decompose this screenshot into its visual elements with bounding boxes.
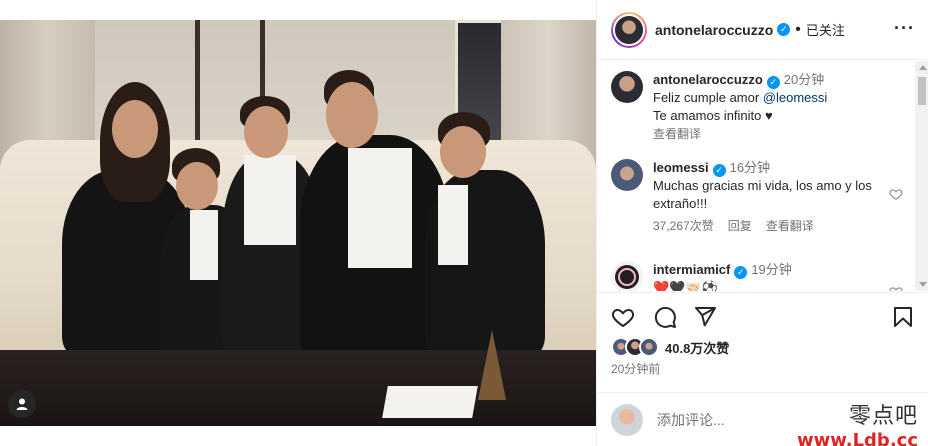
user-tag-icon[interactable] — [8, 390, 36, 418]
photo-person-man-shirt — [348, 148, 412, 268]
post-timestamp[interactable]: 20分钟前 — [611, 360, 660, 377]
post-photo[interactable] — [0, 20, 596, 426]
photo-person-boy-middle-shirt — [244, 155, 296, 245]
photo-person-boy-middle-face — [244, 106, 288, 158]
comment-text: Feliz cumple amor — [653, 90, 763, 105]
likes-summary[interactable]: 40.8万次赞 — [611, 336, 729, 358]
post-media-pane — [0, 0, 596, 446]
author-username[interactable]: antonelaroccuzzo — [655, 22, 773, 38]
comment-username[interactable]: intermiamicf — [653, 262, 730, 277]
post-actions-bar — [597, 292, 928, 340]
comment-input[interactable] — [657, 411, 807, 428]
intermiami-logo-icon — [615, 265, 639, 289]
comment-heart-icon[interactable] — [889, 285, 903, 291]
comments-scrollbar[interactable] — [915, 61, 928, 291]
comment-avatar[interactable] — [611, 159, 643, 191]
watermark-url: www.Ldb.cc — [797, 430, 918, 446]
see-translation-link[interactable]: 查看翻译 — [653, 125, 903, 143]
author-avatar[interactable] — [611, 11, 647, 48]
photo-person-man-face — [326, 82, 378, 148]
bookmark-icon[interactable] — [891, 305, 915, 329]
photo-eiffel-ornament — [478, 330, 506, 400]
photo-card — [382, 386, 478, 418]
site-watermark: 零点吧 www.Ldb.cc — [797, 398, 918, 446]
verified-badge-icon: ✓ — [734, 265, 748, 279]
liker-avatar — [639, 337, 659, 357]
comment-text-line: Feliz cumple amor @leomessi — [653, 89, 903, 107]
comments-list: antonelaroccuzzo ✓ 20分钟 Feliz cumple amor … — [597, 61, 915, 291]
current-user-avatar — [611, 403, 643, 436]
comment-time[interactable]: 20分钟 — [784, 72, 824, 87]
comment-text: ❤️🖤🤝🏻⚽ — [653, 280, 718, 291]
header-separator: • — [795, 20, 801, 38]
photo-coffee-table — [0, 350, 596, 426]
scroll-thumb[interactable] — [918, 77, 926, 105]
comment-like-count[interactable]: 37,267次赞 — [653, 219, 714, 233]
post-header: antonelaroccuzzo ✓ • 已关注 ··· — [597, 0, 928, 60]
comment-avatar[interactable] — [611, 71, 643, 103]
heart-icon[interactable] — [611, 305, 635, 329]
likes-count[interactable]: 40.8万次赞 — [665, 338, 729, 357]
photo-person-boy-older-face — [440, 126, 486, 178]
comment-reply-button[interactable]: 回复 — [728, 219, 752, 233]
photo-person-boy-older-shirt — [438, 185, 468, 265]
verified-badge-icon: ✓ — [766, 75, 780, 89]
comment-avatar[interactable] — [611, 261, 643, 291]
verified-badge-icon: ✓ — [777, 23, 791, 36]
watermark-title: 零点吧 — [848, 404, 918, 429]
comment-username[interactable]: leomessi — [653, 160, 709, 175]
comment-time[interactable]: 19分钟 — [751, 262, 791, 277]
more-options-icon[interactable]: ··· — [894, 18, 915, 39]
post-side-panel: antonelaroccuzzo ✓ • 已关注 ··· antonelaroc… — [596, 0, 928, 446]
comment-text: Muchas gracias mi vida, los amo y los ex… — [653, 178, 872, 211]
comment-username[interactable]: antonelaroccuzzo — [653, 72, 763, 87]
photo-person-boy-small-face — [176, 162, 218, 210]
scroll-down-arrow-icon[interactable] — [919, 282, 927, 287]
follow-status-button[interactable]: 已关注 — [806, 20, 845, 39]
verified-badge-icon: ✓ — [712, 163, 726, 177]
comment-icon[interactable] — [653, 305, 677, 329]
comment-heart-icon[interactable] — [889, 187, 903, 201]
comment-time[interactable]: 16分钟 — [730, 160, 770, 175]
scroll-up-arrow-icon[interactable] — [919, 65, 927, 70]
photo-person-boy-small-shirt — [190, 210, 218, 280]
comment-meta: 37,267次赞 回复 查看翻译 — [653, 217, 903, 235]
user-tag-icon-glyph — [16, 398, 28, 410]
comment-text-line2: Te amamos infinito ♥ — [653, 108, 773, 123]
paper-plane-icon[interactable] — [693, 305, 717, 329]
comment-mention[interactable]: @leomessi — [763, 90, 828, 105]
photo-person-woman-face — [112, 100, 158, 158]
see-translation-link[interactable]: 查看翻译 — [766, 219, 814, 233]
